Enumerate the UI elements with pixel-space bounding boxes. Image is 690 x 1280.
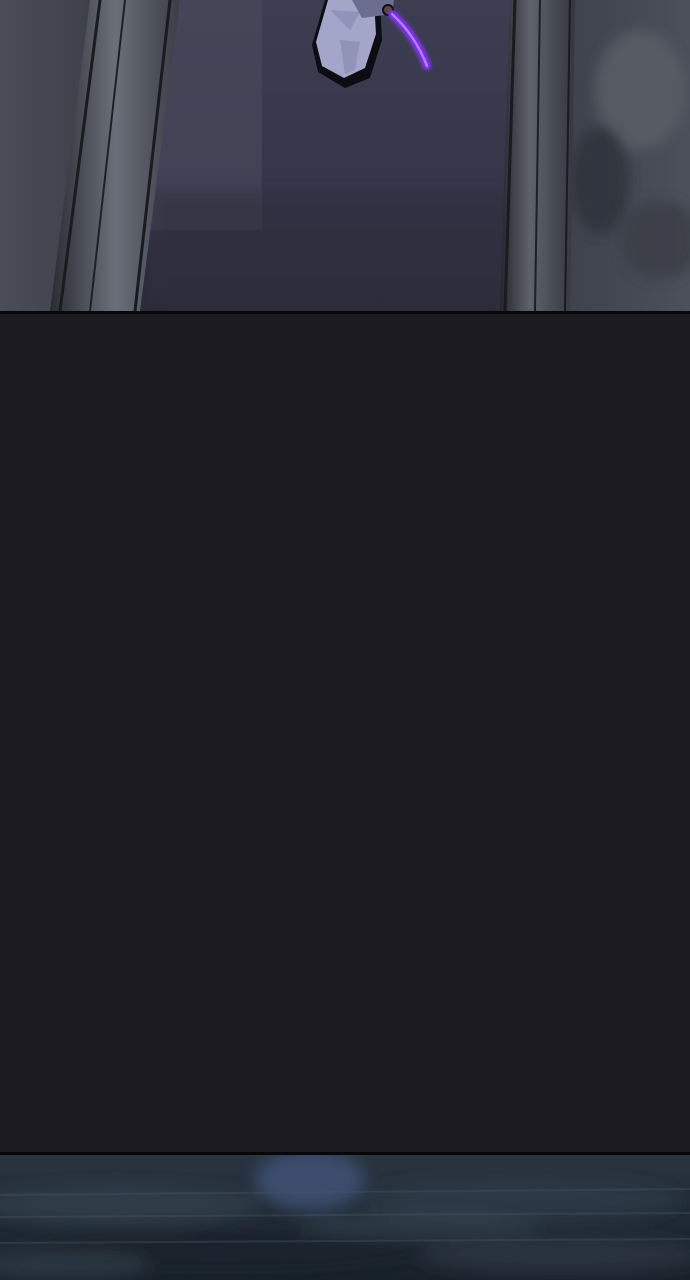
comic-panel-bottom bbox=[0, 1155, 690, 1280]
panel-gutter bbox=[0, 314, 690, 1152]
doorway-scene bbox=[0, 0, 690, 311]
comic-panel-top bbox=[0, 0, 690, 311]
comic-reader-page bbox=[0, 0, 690, 1280]
blurred-ground-scene bbox=[0, 1155, 690, 1280]
